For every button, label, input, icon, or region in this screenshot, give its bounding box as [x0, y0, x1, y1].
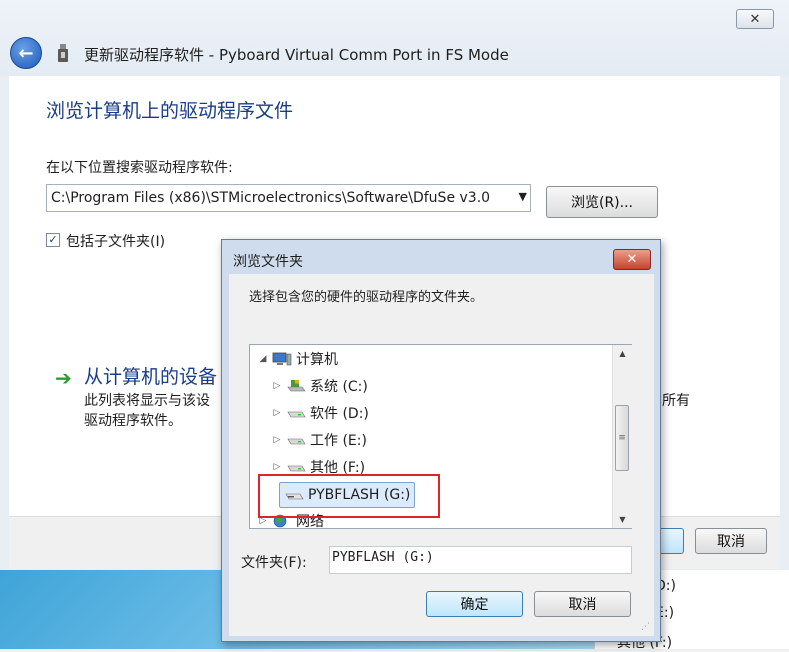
collapsed-triangle-icon[interactable]: ▷ — [272, 462, 282, 472]
window-close-button[interactable]: ✕ — [736, 9, 774, 29]
folder-input[interactable]: PYBFLASH (G:) — [329, 546, 632, 574]
option-description-2: 驱动程序软件。 — [84, 413, 182, 429]
scroll-thumb[interactable]: ≡ — [615, 405, 629, 471]
dialog-instruction: 选择包含您的硬件的驱动程序的文件夹。 — [249, 290, 484, 305]
tree-item-drive-c[interactable]: ▷ 系统 (C:) — [272, 374, 368, 398]
tree-item-drive-e[interactable]: ▷ 工作 (E:) — [272, 428, 367, 452]
collapsed-triangle-icon[interactable]: ▷ — [272, 435, 282, 445]
resize-grip-icon[interactable]: ⋰ — [641, 622, 650, 632]
tree-item-computer[interactable]: ◢ 计算机 — [258, 347, 338, 371]
pick-from-list-option[interactable]: 从计算机的设备 — [84, 362, 217, 389]
tree-scrollbar[interactable]: ▲ ≡ ▼ — [612, 345, 632, 528]
drive-icon — [287, 438, 306, 445]
collapsed-triangle-icon[interactable]: ▷ — [272, 408, 282, 418]
drive-icon — [287, 411, 306, 418]
path-combobox[interactable]: C:\Program Files (x86)\STMicroelectronic… — [46, 184, 531, 212]
tree-item-label[interactable]: 软件 (D:) — [310, 403, 369, 423]
collapsed-triangle-icon[interactable]: ▷ — [272, 381, 282, 391]
computer-icon — [272, 352, 292, 366]
wizard-cancel-button[interactable]: 取消 — [695, 528, 767, 554]
tree-item-label[interactable]: 计算机 — [296, 349, 338, 369]
drive-icon — [287, 465, 306, 472]
tree-item-label[interactable]: 系统 (C:) — [310, 376, 368, 396]
browse-button[interactable]: 浏览(R)... — [546, 186, 658, 218]
path-value[interactable]: C:\Program Files (x86)\STMicroelectronic… — [51, 190, 501, 206]
tree-item-drive-d[interactable]: ▷ 软件 (D:) — [272, 401, 369, 425]
scroll-up-arrow-icon[interactable]: ▲ — [613, 345, 632, 362]
search-location-label: 在以下位置搜索驱动程序软件: — [46, 160, 233, 176]
system-drive-icon — [287, 380, 306, 392]
dropdown-arrow-icon[interactable]: ▼ — [519, 190, 527, 203]
usb-device-icon — [58, 44, 68, 62]
green-arrow-icon: ➔ — [55, 366, 72, 390]
dialog-close-button[interactable]: ✕ — [613, 249, 651, 270]
window-title: 更新驱动程序软件 - Pyboard Virtual Comm Port in … — [84, 46, 509, 64]
back-arrow-button[interactable]: ← — [10, 37, 42, 69]
option-description-tail: 所有 — [662, 393, 690, 409]
option-description: 此列表将显示与该设 — [84, 393, 210, 409]
ok-button[interactable]: 确定 — [426, 591, 523, 617]
highlight-annotation — [258, 474, 440, 518]
include-subfolders-label[interactable]: 包括子文件夹(I) — [66, 231, 165, 251]
dialog-cancel-button[interactable]: 取消 — [534, 591, 631, 617]
scroll-down-arrow-icon[interactable]: ▼ — [613, 511, 632, 528]
page-heading: 浏览计算机上的驱动程序文件 — [46, 100, 294, 122]
tree-item-label[interactable]: 工作 (E:) — [310, 430, 367, 450]
dialog-title: 浏览文件夹 — [233, 254, 303, 270]
expanded-triangle-icon[interactable]: ◢ — [258, 354, 268, 364]
folder-field-label: 文件夹(F): — [241, 555, 307, 571]
include-subfolders-checkbox[interactable]: ✓ — [46, 233, 60, 247]
